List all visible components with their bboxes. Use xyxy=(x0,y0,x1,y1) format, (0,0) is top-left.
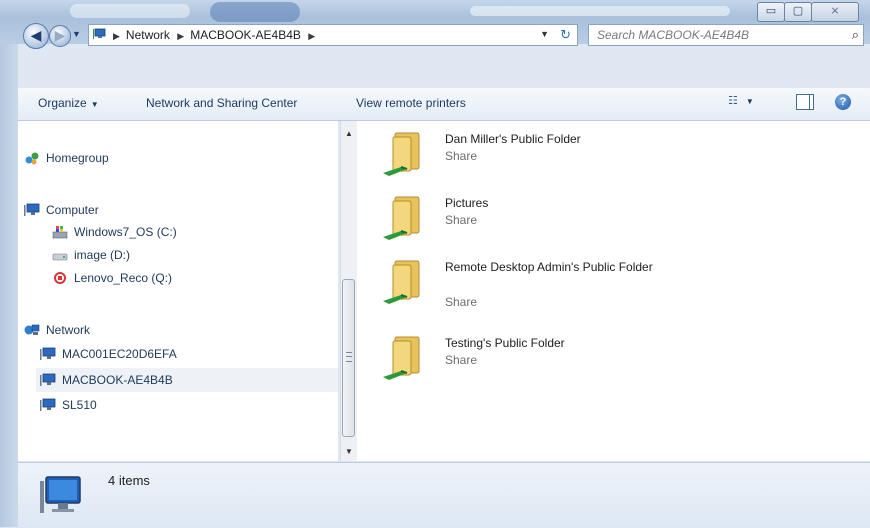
breadcrumb-network[interactable]: Network xyxy=(126,28,170,42)
sidebar-item-label: Network xyxy=(46,323,91,337)
help-icon[interactable]: ? xyxy=(835,94,851,110)
sidebar-item-drive-c[interactable]: Windows7_OS (C:) xyxy=(52,225,177,239)
sidebar-item-mac001[interactable]: MAC001EC20D6EFA xyxy=(40,347,177,361)
navigation-pane: Homegroup Computer Windows7_OS (C:) imag… xyxy=(18,121,338,461)
network-sharing-center-button[interactable]: Network and Sharing Center xyxy=(146,96,297,110)
back-arrow-icon: ◀ xyxy=(30,27,42,43)
share-name: Dan Miller's Public Folder xyxy=(445,132,581,146)
maximize-button[interactable]: ▢ xyxy=(784,2,812,22)
share-name: Testing's Public Folder xyxy=(445,336,565,350)
recovery-drive-icon xyxy=(54,272,66,284)
grip-icon xyxy=(346,352,352,362)
search-icon[interactable]: ⌕ xyxy=(852,27,859,43)
scroll-thumb[interactable] xyxy=(342,279,355,437)
chevron-down-icon: ▼ xyxy=(90,100,99,109)
sidebar-item-label: Computer xyxy=(46,203,99,217)
sidebar-item-label: MAC001EC20D6EFA xyxy=(62,347,177,361)
network-computer-icon xyxy=(93,28,106,39)
views-icon: ☷ xyxy=(728,95,738,107)
computer-icon xyxy=(24,203,40,216)
share-name: Remote Desktop Admin's Public Folder xyxy=(445,260,653,274)
shared-folder-icon xyxy=(383,196,420,240)
breadcrumb: ▶ Network ▶ MACBOOK-AE4B4B ▶ xyxy=(113,28,316,42)
list-item[interactable]: Pictures Share xyxy=(357,193,657,249)
title-blur xyxy=(210,2,300,22)
scroll-up-icon[interactable]: ▲ xyxy=(345,129,353,138)
network-computer-icon xyxy=(40,476,81,513)
sidebar-item-network[interactable]: Network xyxy=(24,323,90,337)
title-blur xyxy=(70,4,190,18)
breadcrumb-macbook[interactable]: MACBOOK-AE4B4B xyxy=(190,28,301,42)
share-type: Share xyxy=(445,213,478,227)
network-icon xyxy=(24,324,40,335)
shared-folder-icon xyxy=(383,336,420,380)
sidebar-item-label: Homegroup xyxy=(46,151,109,165)
forward-arrow-icon: ▶ xyxy=(54,27,66,43)
scroll-down-icon[interactable]: ▼ xyxy=(345,447,353,456)
organize-label: Organize xyxy=(38,96,87,110)
share-name: Pictures xyxy=(445,196,489,210)
change-view-button[interactable]: ☷ ▼ xyxy=(728,94,754,107)
navigation-scrollbar[interactable]: ▲ ▼ xyxy=(340,121,357,461)
search-box[interactable]: Search MACBOOK-AE4B4B ⌕ xyxy=(588,24,864,46)
windows-drive-icon xyxy=(52,226,68,239)
sidebar-item-label: Windows7_OS (C:) xyxy=(74,225,177,239)
sidebar-item-label: image (D:) xyxy=(74,248,131,262)
organize-button[interactable]: Organize ▼ xyxy=(38,96,99,110)
sidebar-item-drive-q[interactable]: Lenovo_Reco (Q:) xyxy=(52,271,172,285)
details-pane: 4 items xyxy=(18,462,870,528)
share-type: Share xyxy=(445,295,478,309)
recent-pages-dropdown[interactable]: ▼ xyxy=(72,29,81,39)
network-computer-icon xyxy=(40,398,56,411)
share-type: Share xyxy=(445,353,478,367)
window-frame xyxy=(0,44,18,527)
network-computer-icon xyxy=(40,347,56,360)
sidebar-item-label: SL510 xyxy=(62,398,97,412)
list-item[interactable]: Dan Miller's Public Folder Share xyxy=(357,129,657,185)
drive-icon xyxy=(52,253,68,261)
address-dropdown-icon[interactable]: ▼ xyxy=(540,29,549,39)
address-bar[interactable]: ▶ Network ▶ MACBOOK-AE4B4B ▶ ▼ ↻ xyxy=(88,24,578,46)
minimize-button[interactable]: ▭ xyxy=(757,2,785,22)
sidebar-item-label: MACBOOK-AE4B4B xyxy=(62,373,173,387)
shared-folder-icon xyxy=(383,260,420,304)
item-count: 4 items xyxy=(108,473,150,488)
sidebar-item-sl510[interactable]: SL510 xyxy=(40,398,97,412)
back-button[interactable]: ◀ xyxy=(23,23,49,49)
preview-pane-icon[interactable] xyxy=(796,94,814,110)
view-remote-printers-button[interactable]: View remote printers xyxy=(356,96,466,110)
chevron-down-icon: ▼ xyxy=(745,97,754,106)
list-item[interactable]: Testing's Public Folder Share xyxy=(357,333,657,389)
command-bar: Organize ▼ Network and Sharing Center Vie… xyxy=(18,88,870,121)
shared-folder-icon xyxy=(383,132,420,176)
refresh-icon[interactable]: ↻ xyxy=(560,27,571,43)
sidebar-item-computer[interactable]: Computer xyxy=(24,203,99,217)
sidebar-item-macbook[interactable]: MACBOOK-AE4B4B xyxy=(36,368,338,392)
network-computer-icon xyxy=(40,373,56,386)
share-type: Share xyxy=(445,149,478,163)
sidebar-item-label: Lenovo_Reco (Q:) xyxy=(74,271,173,285)
close-button[interactable]: ⨯ xyxy=(811,2,859,22)
sidebar-item-homegroup[interactable]: Homegroup xyxy=(24,151,109,165)
homegroup-icon xyxy=(25,152,39,165)
file-list: Dan Miller's Public Folder Share Picture… xyxy=(357,121,870,461)
list-item[interactable]: Remote Desktop Admin's Public Folder Sha… xyxy=(357,257,657,317)
sidebar-item-drive-d[interactable]: image (D:) xyxy=(52,248,130,262)
forward-button[interactable]: ▶ xyxy=(49,25,71,47)
search-input[interactable]: Search MACBOOK-AE4B4B xyxy=(597,28,749,42)
title-blur xyxy=(470,6,730,16)
